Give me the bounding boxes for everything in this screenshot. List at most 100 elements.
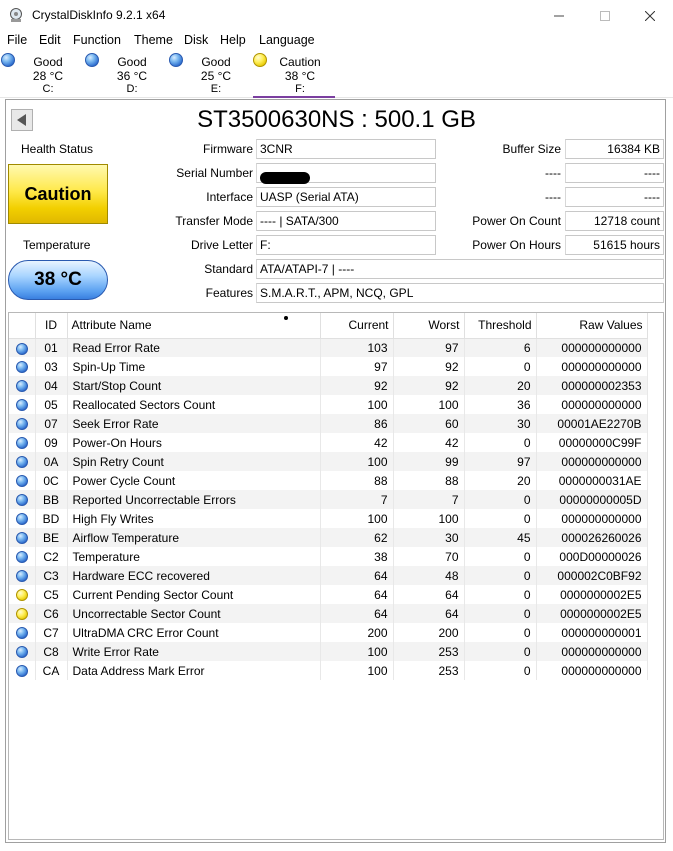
attribute-name: Current Pending Sector Count <box>67 585 321 604</box>
table-row[interactable]: C2 Temperature 38 70 0 000D00000026 <box>9 547 648 566</box>
status-dot-icon <box>15 399 28 412</box>
attribute-raw: 000000000000 <box>536 357 648 376</box>
menu-function[interactable]: Function <box>73 33 121 47</box>
table-row[interactable]: 0A Spin Retry Count 100 99 97 000000000000 <box>9 452 648 471</box>
attribute-name: Spin-Up Time <box>67 357 321 376</box>
column-status[interactable] <box>9 313 36 339</box>
attribute-id: CA <box>35 661 68 680</box>
blank-value-2: ---- <box>565 187 664 207</box>
attribute-raw: 000000000000 <box>536 509 648 528</box>
attribute-threshold: 0 <box>464 585 537 604</box>
table-row[interactable]: CA Data Address Mark Error 100 253 0 00000000… <box>9 661 648 680</box>
status-cell <box>9 433 36 452</box>
title-bar: CrystalDiskInfo 9.2.1 x64 <box>0 0 673 31</box>
status-cell <box>9 604 36 623</box>
table-row[interactable]: 04 Start/Stop Count 92 92 20 000000002353 <box>9 376 648 395</box>
table-row[interactable]: 01 Read Error Rate 103 97 6 000000000000 <box>9 338 648 357</box>
attribute-current: 100 <box>320 642 394 661</box>
menu-bar: File Edit Function Theme Disk Help Langu… <box>0 31 673 51</box>
minimize-button[interactable] <box>536 0 582 31</box>
column-raw-values[interactable]: Raw Values <box>536 313 648 339</box>
attribute-raw: 000000000000 <box>536 395 648 414</box>
menu-theme[interactable]: Theme <box>134 33 173 47</box>
drive-tab-f[interactable]: Caution 38 °C F: <box>253 51 335 98</box>
close-button[interactable] <box>627 0 673 31</box>
attribute-current: 86 <box>320 414 394 433</box>
attribute-raw: 000026260026 <box>536 528 648 547</box>
attribute-name: Uncorrectable Sector Count <box>67 604 321 623</box>
drive-tab-d[interactable]: Good 36 °C D: <box>85 51 167 98</box>
attribute-name: Spin Retry Count <box>67 452 321 471</box>
column-current[interactable]: Current <box>320 313 394 339</box>
attribute-name: Airflow Temperature <box>67 528 321 547</box>
attribute-worst: 100 <box>393 395 465 414</box>
attribute-threshold: 0 <box>464 509 537 528</box>
table-row[interactable]: C7 UltraDMA CRC Error Count 200 200 0 0000000… <box>9 623 648 642</box>
table-row[interactable]: BE Airflow Temperature 62 30 45 000026260026 <box>9 528 648 547</box>
status-cell <box>9 566 36 585</box>
attribute-current: 100 <box>320 395 394 414</box>
attribute-id: 07 <box>35 414 68 433</box>
menu-language[interactable]: Language <box>259 33 315 47</box>
table-row[interactable]: C3 Hardware ECC recovered 64 48 0 000002C0BF9… <box>9 566 648 585</box>
table-row[interactable]: BB Reported Uncorrectable Errors 7 7 0 000000… <box>9 490 648 509</box>
attribute-worst: 48 <box>393 566 465 585</box>
status-dot-icon <box>15 380 28 393</box>
disk-info-panel: ST3500630NS : 500.1 GB Health Status Cau… <box>5 99 666 843</box>
window-title: CrystalDiskInfo 9.2.1 x64 <box>32 8 166 22</box>
attribute-raw: 00001AE2270B <box>536 414 648 433</box>
table-header-row: ID Attribute Name Current Worst Threshol… <box>9 313 648 339</box>
attribute-raw: 0000000002E5 <box>536 604 648 623</box>
column-id[interactable]: ID <box>35 313 68 339</box>
attribute-worst: 64 <box>393 585 465 604</box>
status-dot-icon <box>15 418 28 431</box>
attribute-id: BE <box>35 528 68 547</box>
drive-tab-e[interactable]: Good 25 °C E: <box>169 51 251 98</box>
table-row[interactable]: C6 Uncorrectable Sector Count 64 64 0 0000000… <box>9 604 648 623</box>
attribute-worst: 253 <box>393 661 465 680</box>
attribute-name: UltraDMA CRC Error Count <box>67 623 321 642</box>
menu-edit[interactable]: Edit <box>39 33 61 47</box>
menu-help[interactable]: Help <box>220 33 246 47</box>
attribute-raw: 000000000000 <box>536 338 648 357</box>
table-row[interactable]: 07 Seek Error Rate 86 60 30 00001AE2270B <box>9 414 648 433</box>
temperature-badge[interactable]: 38 °C <box>8 260 108 300</box>
table-row[interactable]: 0C Power Cycle Count 88 88 20 0000000031AE <box>9 471 648 490</box>
drive-tab-c[interactable]: Good 28 °C C: <box>1 51 83 98</box>
blank-label-1: ---- <box>545 166 561 180</box>
attribute-id: 09 <box>35 433 68 452</box>
column-threshold[interactable]: Threshold <box>464 313 537 339</box>
table-row[interactable]: 05 Reallocated Sectors Count 100 100 36 00000… <box>9 395 648 414</box>
health-status-badge[interactable]: Caution <box>8 164 108 224</box>
power-on-hours-label: Power On Hours <box>472 238 561 252</box>
features-label: Features <box>205 286 253 300</box>
table-row[interactable]: 09 Power-On Hours 42 42 0 00000000C99F <box>9 433 648 452</box>
attribute-threshold: 0 <box>464 490 537 509</box>
status-cell <box>9 585 36 604</box>
power-on-hours-value: 51615 hours <box>565 235 664 255</box>
menu-disk[interactable]: Disk <box>184 33 208 47</box>
drive-temp: 25 °C <box>200 69 232 83</box>
attribute-id: 0A <box>35 452 68 471</box>
interface-label: Interface <box>206 190 253 204</box>
standard-label: Standard <box>204 262 253 276</box>
smart-attribute-table[interactable]: ID Attribute Name Current Worst Threshol… <box>8 312 664 840</box>
attribute-raw: 000002C0BF92 <box>536 566 648 585</box>
status-cell <box>9 490 36 509</box>
attribute-current: 62 <box>320 528 394 547</box>
maximize-button[interactable] <box>582 0 628 31</box>
attribute-name: Reallocated Sectors Count <box>67 395 321 414</box>
attribute-current: 7 <box>320 490 394 509</box>
attribute-threshold: 0 <box>464 566 537 585</box>
menu-file[interactable]: File <box>7 33 27 47</box>
status-cell <box>9 376 36 395</box>
table-row[interactable]: C5 Current Pending Sector Count 64 64 0 00000… <box>9 585 648 604</box>
column-attribute-name[interactable]: Attribute Name <box>67 313 321 339</box>
attribute-name: Power-On Hours <box>67 433 321 452</box>
table-row[interactable]: BD High Fly Writes 100 100 0 000000000000 <box>9 509 648 528</box>
attribute-threshold: 0 <box>464 357 537 376</box>
status-cell <box>9 509 36 528</box>
column-worst[interactable]: Worst <box>393 313 465 339</box>
table-row[interactable]: C8 Write Error Rate 100 253 0 000000000000 <box>9 642 648 661</box>
table-row[interactable]: 03 Spin-Up Time 97 92 0 000000000000 <box>9 357 648 376</box>
